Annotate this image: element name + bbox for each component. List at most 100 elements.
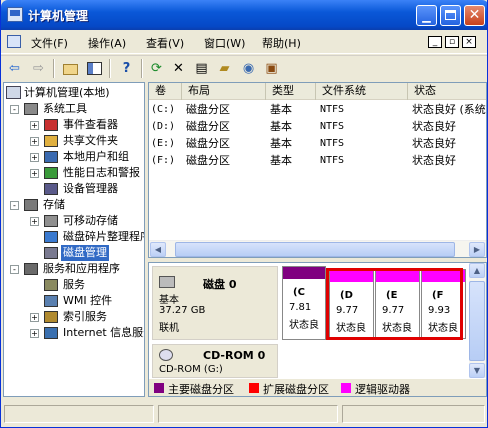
list-horizontal-scrollbar[interactable]: ◀ ▶ (149, 240, 486, 257)
scroll-right-button[interactable]: ▶ (469, 242, 485, 257)
tree-item-defrag[interactable]: 磁盘碎片整理程序 (4, 229, 144, 245)
legend-swatch-extended (249, 383, 259, 393)
device-icon (44, 183, 58, 195)
cell-layout: 磁盘分区 (186, 154, 230, 167)
table-row[interactable]: (E:) 磁盘分区 基本 NTFS 状态良好 (149, 135, 486, 152)
tree-item-label: Internet 信息服务 (63, 326, 144, 339)
mdi-close-button[interactable]: × (462, 36, 476, 48)
title-bar[interactable]: 计算机管理 ▁ ✕ (1, 0, 487, 30)
show-tree-icon[interactable] (85, 59, 104, 78)
column-header-type[interactable]: 类型 (266, 83, 316, 100)
scroll-left-button[interactable]: ◀ (150, 242, 166, 257)
expand-icon[interactable]: + (30, 121, 39, 130)
disk0-info[interactable]: 磁盘 0 基本 37.27 GB 联机 (152, 266, 278, 340)
cell-volume: (D:) (151, 121, 176, 132)
mdi-restore-button[interactable]: ▫ (445, 36, 459, 48)
tree-item-services[interactable]: 服务 (4, 277, 144, 293)
tree-item-device[interactable]: 设备管理器 (4, 181, 144, 197)
menu-file[interactable]: 文件(F) (31, 35, 68, 51)
close-button[interactable]: ✕ (464, 5, 485, 26)
help-icon[interactable]: ? (117, 59, 136, 78)
scroll-thumb[interactable] (175, 242, 455, 257)
expand-icon[interactable]: + (30, 153, 39, 162)
disk-graphical-view: 磁盘 0 基本 37.27 GB 联机 (C 7.81 状态良 (D 9.77 状态良 (E… (148, 262, 487, 397)
delete-icon[interactable]: ✕ (169, 59, 188, 78)
tree-item-label: 设备管理器 (63, 182, 118, 195)
collapse-icon[interactable]: - (10, 265, 19, 274)
tree-item-label: 磁盘碎片整理程序 (63, 230, 145, 243)
expand-icon[interactable]: + (30, 137, 39, 146)
tree-item-wmi[interactable]: WMI 控件 (4, 293, 144, 309)
menu-help[interactable]: 帮助(H) (262, 35, 301, 51)
refresh-icon[interactable]: ⟳ (147, 59, 166, 78)
cell-status: 状态良好 (412, 120, 456, 133)
forward-arrow-icon[interactable]: ⇨ (29, 59, 48, 78)
tree-item-services-apps[interactable]: - 服务和应用程序 (4, 261, 144, 277)
table-row[interactable]: (C:) 磁盘分区 基本 NTFS 状态良好 (系统 (149, 101, 486, 118)
cell-status: 状态良好 (412, 137, 456, 150)
cell-layout: 磁盘分区 (186, 137, 230, 150)
scroll-thumb[interactable] (469, 281, 485, 361)
search-icon[interactable]: ◉ (239, 59, 258, 78)
minimize-button[interactable]: ▁ (416, 5, 437, 26)
partition-size: 7.81 (289, 302, 312, 313)
cdrom0-info[interactable]: CD-ROM 0 CD-ROM (G:) (152, 344, 278, 378)
cell-volume: (E:) (151, 138, 176, 149)
legend-label-primary: 主要磁盘分区 (168, 383, 234, 396)
column-header-status[interactable]: 状态 (408, 83, 486, 100)
export-icon[interactable]: ▣ (262, 59, 281, 78)
tree-item-share[interactable]: + 共享文件夹 (4, 133, 144, 149)
computer-management-window: 计算机管理 ▁ ✕ 文件(F) 操作(A) 查看(V) 窗口(W) 帮助(H) … (0, 0, 488, 428)
cdrom0-name: CD-ROM 0 (203, 349, 266, 362)
iis-icon (44, 327, 58, 339)
expand-icon[interactable]: + (30, 169, 39, 178)
scroll-down-button[interactable]: ▼ (469, 363, 485, 378)
column-header-volume[interactable]: 卷 (149, 83, 182, 100)
tree-item-storage[interactable]: - 存储 (4, 197, 144, 213)
graph-vertical-scrollbar[interactable]: ▲ ▼ (469, 263, 486, 380)
menu-action[interactable]: 操作(A) (88, 35, 126, 51)
open-folder-icon[interactable]: ▰ (215, 59, 234, 78)
list-header: 卷 布局 类型 文件系统 状态 (149, 83, 486, 100)
menu-view[interactable]: 查看(V) (146, 35, 184, 51)
legend-swatch-primary (154, 383, 164, 393)
scroll-up-button[interactable]: ▲ (469, 263, 485, 278)
table-row[interactable]: (D:) 磁盘分区 基本 NTFS 状态良好 (149, 118, 486, 135)
column-header-filesystem[interactable]: 文件系统 (316, 83, 408, 100)
index-icon (44, 311, 58, 323)
tree-item-iis[interactable]: + Internet 信息服务 (4, 325, 144, 341)
tree-item-perf[interactable]: + 性能日志和警报 (4, 165, 144, 181)
back-arrow-icon[interactable]: ⇦ (5, 59, 24, 78)
expand-icon[interactable]: + (30, 329, 39, 338)
partition-legend: 主要磁盘分区 扩展磁盘分区 逻辑驱动器 (149, 378, 486, 396)
properties-icon[interactable]: ▤ (192, 59, 211, 78)
expand-icon[interactable]: + (30, 313, 39, 322)
tree-item-event[interactable]: + 事件查看器 (4, 117, 144, 133)
collapse-icon[interactable]: - (10, 201, 19, 210)
tree-item-diskmgmt[interactable]: 磁盘管理 (4, 245, 144, 261)
expand-icon[interactable]: + (30, 217, 39, 226)
partition-1[interactable]: (C 7.81 状态良 (282, 266, 326, 340)
mmc-document-icon[interactable] (7, 35, 21, 48)
tree-item-tools[interactable]: - 系统工具 (4, 101, 144, 117)
cell-filesystem: NTFS (320, 104, 345, 115)
collapse-icon[interactable]: - (10, 105, 19, 114)
cd-drive-icon (159, 349, 173, 361)
up-folder-icon[interactable] (61, 59, 80, 78)
status-bar (1, 401, 487, 427)
tree-item-label: 系统工具 (43, 102, 87, 115)
menu-window[interactable]: 窗口(W) (204, 35, 245, 51)
table-row[interactable]: (F:) 磁盘分区 基本 NTFS 状态良好 (149, 152, 486, 169)
cell-status: 状态良好 (412, 154, 456, 167)
tree-item-index[interactable]: + 索引服务 (4, 309, 144, 325)
cell-type: 基本 (270, 103, 292, 116)
maximize-button[interactable] (440, 5, 461, 26)
mdi-minimize-button[interactable]: _ (428, 36, 442, 48)
tree-item-removable[interactable]: + 可移动存储 (4, 213, 144, 229)
tree-item-users[interactable]: + 本地用户和组 (4, 149, 144, 165)
services-icon (44, 279, 58, 291)
tree-item-label: 索引服务 (63, 310, 107, 323)
disk0-size: 37.27 GB (159, 305, 206, 316)
status-pane-1 (4, 405, 154, 423)
column-header-layout[interactable]: 布局 (182, 83, 266, 100)
